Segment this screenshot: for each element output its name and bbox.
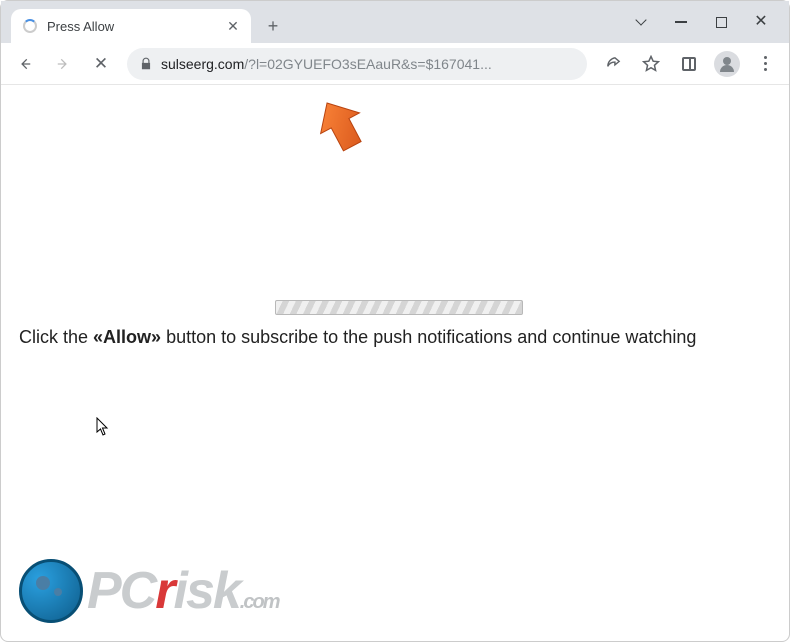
lock-icon <box>139 57 153 71</box>
tab-title: Press Allow <box>47 19 225 34</box>
side-panel-button[interactable] <box>673 48 705 80</box>
address-bar[interactable]: sulseerg.com/?l=02GYUEFO3sEAauR&s=$16704… <box>127 48 587 80</box>
watermark-text: PCrisk.com <box>87 561 278 621</box>
browser-toolbar: ✕ sulseerg.com/?l=02GYUEFO3sEAauR&s=$167… <box>1 43 789 85</box>
window-dropdown-button[interactable] <box>633 14 649 30</box>
new-tab-button[interactable]: + <box>259 12 287 40</box>
menu-button[interactable] <box>749 48 781 80</box>
globe-icon <box>19 559 83 623</box>
minimize-icon <box>675 21 687 23</box>
close-icon: ✕ <box>94 55 108 72</box>
forward-button[interactable] <box>47 48 79 80</box>
window-maximize-button[interactable] <box>713 14 729 30</box>
arrow-right-icon <box>56 57 70 71</box>
dots-vertical-icon <box>764 56 767 71</box>
arrow-left-icon <box>18 57 32 71</box>
instruction-text: Click the «Allow» button to subscribe to… <box>19 325 771 350</box>
avatar-icon <box>714 51 740 77</box>
watermark: PCrisk.com <box>19 559 278 623</box>
window-controls: ✕ <box>633 1 783 43</box>
window-close-button[interactable]: ✕ <box>753 14 769 30</box>
close-icon: ✕ <box>227 18 239 35</box>
window-titlebar: Press Allow ✕ + ✕ <box>1 1 789 43</box>
share-icon <box>605 55 622 72</box>
bookmark-button[interactable] <box>635 48 667 80</box>
cursor-icon <box>96 417 110 437</box>
panel-icon <box>682 57 696 71</box>
back-button[interactable] <box>9 48 41 80</box>
chevron-down-icon <box>635 14 646 25</box>
share-button[interactable] <box>597 48 629 80</box>
annotation-arrow-icon <box>311 95 371 155</box>
stop-button[interactable]: ✕ <box>85 48 117 80</box>
browser-tab[interactable]: Press Allow ✕ <box>11 9 251 43</box>
profile-button[interactable] <box>711 48 743 80</box>
tab-close-button[interactable]: ✕ <box>225 18 241 34</box>
star-icon <box>642 55 660 73</box>
url-text: sulseerg.com/?l=02GYUEFO3sEAauR&s=$16704… <box>161 56 575 72</box>
plus-icon: + <box>268 16 279 37</box>
close-icon: ✕ <box>754 14 767 30</box>
page-content: Click the «Allow» button to subscribe to… <box>1 85 789 641</box>
window-minimize-button[interactable] <box>673 14 689 30</box>
loading-spinner-icon <box>23 19 37 33</box>
maximize-icon <box>716 17 727 28</box>
loading-bar-icon <box>275 300 523 315</box>
